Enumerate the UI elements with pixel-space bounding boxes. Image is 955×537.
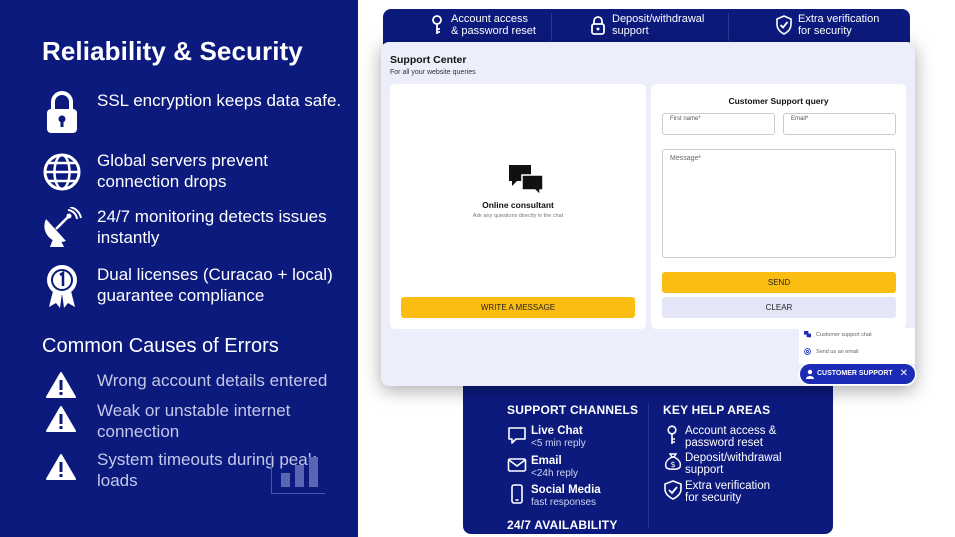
globe-icon: [42, 150, 82, 194]
panel-title: Reliability & Security: [42, 36, 303, 66]
form-title: Customer Support query: [728, 96, 829, 106]
clear-button[interactable]: CLEAR: [662, 297, 896, 318]
support-options-popup: Customer support chat Send us an email: [799, 328, 915, 364]
feature-item: 24/7 monitoring detects issues instantly: [42, 206, 342, 254]
bottom-panel: SUPPORT CHANNELS Live Chat <5 min reply …: [463, 385, 833, 534]
channel-detail: <24h reply: [531, 468, 578, 479]
padlock-icon: [42, 90, 82, 134]
feature-text: Dual licenses (Curacao + local) guarante…: [97, 265, 333, 305]
shield-check-icon: [776, 15, 792, 35]
help-text: Extra verification: [685, 480, 771, 492]
top-strip-text: & password reset: [451, 25, 536, 37]
online-consultant-card: Online consultant Ask any questions dire…: [390, 84, 646, 329]
window-title: Support Center: [390, 54, 467, 66]
money-bag-icon: $: [664, 453, 682, 470]
lock-icon: [591, 16, 605, 35]
phone-icon: [511, 484, 523, 504]
top-strip-text: for security: [798, 25, 852, 37]
send-button[interactable]: SEND: [662, 272, 896, 293]
consultant-title: Online consultant: [482, 200, 554, 210]
help-text: Account access &: [685, 425, 777, 437]
first-name-field[interactable]: First name*: [662, 113, 775, 135]
channel-name: Social Media: [531, 484, 601, 496]
help-text: Deposit/withdrawal: [685, 452, 782, 464]
feature-text: Global servers prevent connection drops: [97, 151, 269, 191]
top-strip-text: Extra verification: [798, 13, 880, 25]
top-strip: Account access & password reset Deposit/…: [383, 9, 910, 45]
customer-support-button[interactable]: CUSTOMER SUPPORT ✕: [800, 364, 915, 384]
support-query-form: Customer Support query First name* Email…: [651, 84, 906, 329]
top-strip-text: support: [612, 25, 649, 37]
feature-item: SSL encryption keeps data safe.: [42, 90, 342, 138]
message-field[interactable]: Message*: [662, 149, 896, 258]
message-label: Message*: [670, 155, 702, 162]
error-text: Weak or unstable internet connection: [97, 401, 291, 441]
feature-text: 24/7 monitoring detects issues instantly: [97, 207, 327, 247]
write-message-button[interactable]: WRITE A MESSAGE: [401, 297, 635, 318]
support-center-window: Support Center For all your website quer…: [381, 42, 915, 386]
window-subtitle: For all your website queries: [390, 69, 476, 76]
help-text: for security: [685, 492, 742, 504]
warning-icon: [46, 454, 76, 480]
channel-detail: <5 min reply: [531, 438, 586, 449]
email-field[interactable]: Email*: [783, 113, 896, 135]
send-email-label: Send us an email: [816, 348, 859, 355]
help-text: password reset: [685, 437, 763, 449]
channel-detail: fast responses: [531, 497, 597, 508]
errors-title: Common Causes of Errors: [42, 335, 279, 357]
feature-item: Global servers prevent connection drops: [42, 150, 342, 198]
help-title: KEY HELP AREAS: [663, 403, 771, 417]
satellite-dish-icon: [42, 206, 82, 250]
send-email-option[interactable]: Send us an email: [804, 348, 859, 355]
user-icon: [806, 369, 814, 379]
shield-check-icon: [664, 480, 682, 500]
error-text: Wrong account details entered: [97, 371, 328, 390]
mail-icon: [507, 458, 527, 472]
support-chat-label: Customer support chat: [816, 331, 872, 338]
email-label: Email*: [791, 116, 809, 122]
help-text: support: [685, 464, 724, 476]
key-icon: [432, 15, 442, 34]
channels-title: SUPPORT CHANNELS: [507, 403, 639, 417]
chat-icon: [804, 331, 811, 338]
award-badge-icon: [42, 264, 82, 308]
support-chat-option[interactable]: Customer support chat: [804, 331, 872, 338]
top-strip-text: Account access: [451, 13, 529, 25]
top-strip-text: Deposit/withdrawal: [612, 13, 705, 25]
left-panel: Reliability & Security SSL encryption ke…: [0, 0, 358, 537]
first-name-label: First name*: [670, 116, 701, 122]
at-sign-icon: [804, 348, 811, 355]
consultant-subtitle: Ask any questions directly in the chat: [472, 213, 564, 219]
close-icon[interactable]: ✕: [900, 364, 908, 384]
channel-name: Email: [531, 455, 562, 467]
key-icon: [667, 425, 677, 444]
svg-text:$: $: [670, 460, 675, 469]
warning-icon: [46, 372, 76, 398]
warning-icon: [46, 406, 76, 432]
customer-support-label: CUSTOMER SUPPORT: [817, 370, 893, 377]
bar-chart-icon: [271, 452, 325, 494]
availability-label: 24/7 AVAILABILITY: [507, 518, 618, 532]
channel-name: Live Chat: [531, 425, 583, 437]
chat-icon: [508, 427, 526, 444]
feature-text: SSL encryption keeps data safe.: [97, 91, 342, 110]
feature-item: Dual licenses (Curacao + local) guarante…: [42, 264, 342, 312]
chat-bubbles-icon: [509, 165, 544, 196]
